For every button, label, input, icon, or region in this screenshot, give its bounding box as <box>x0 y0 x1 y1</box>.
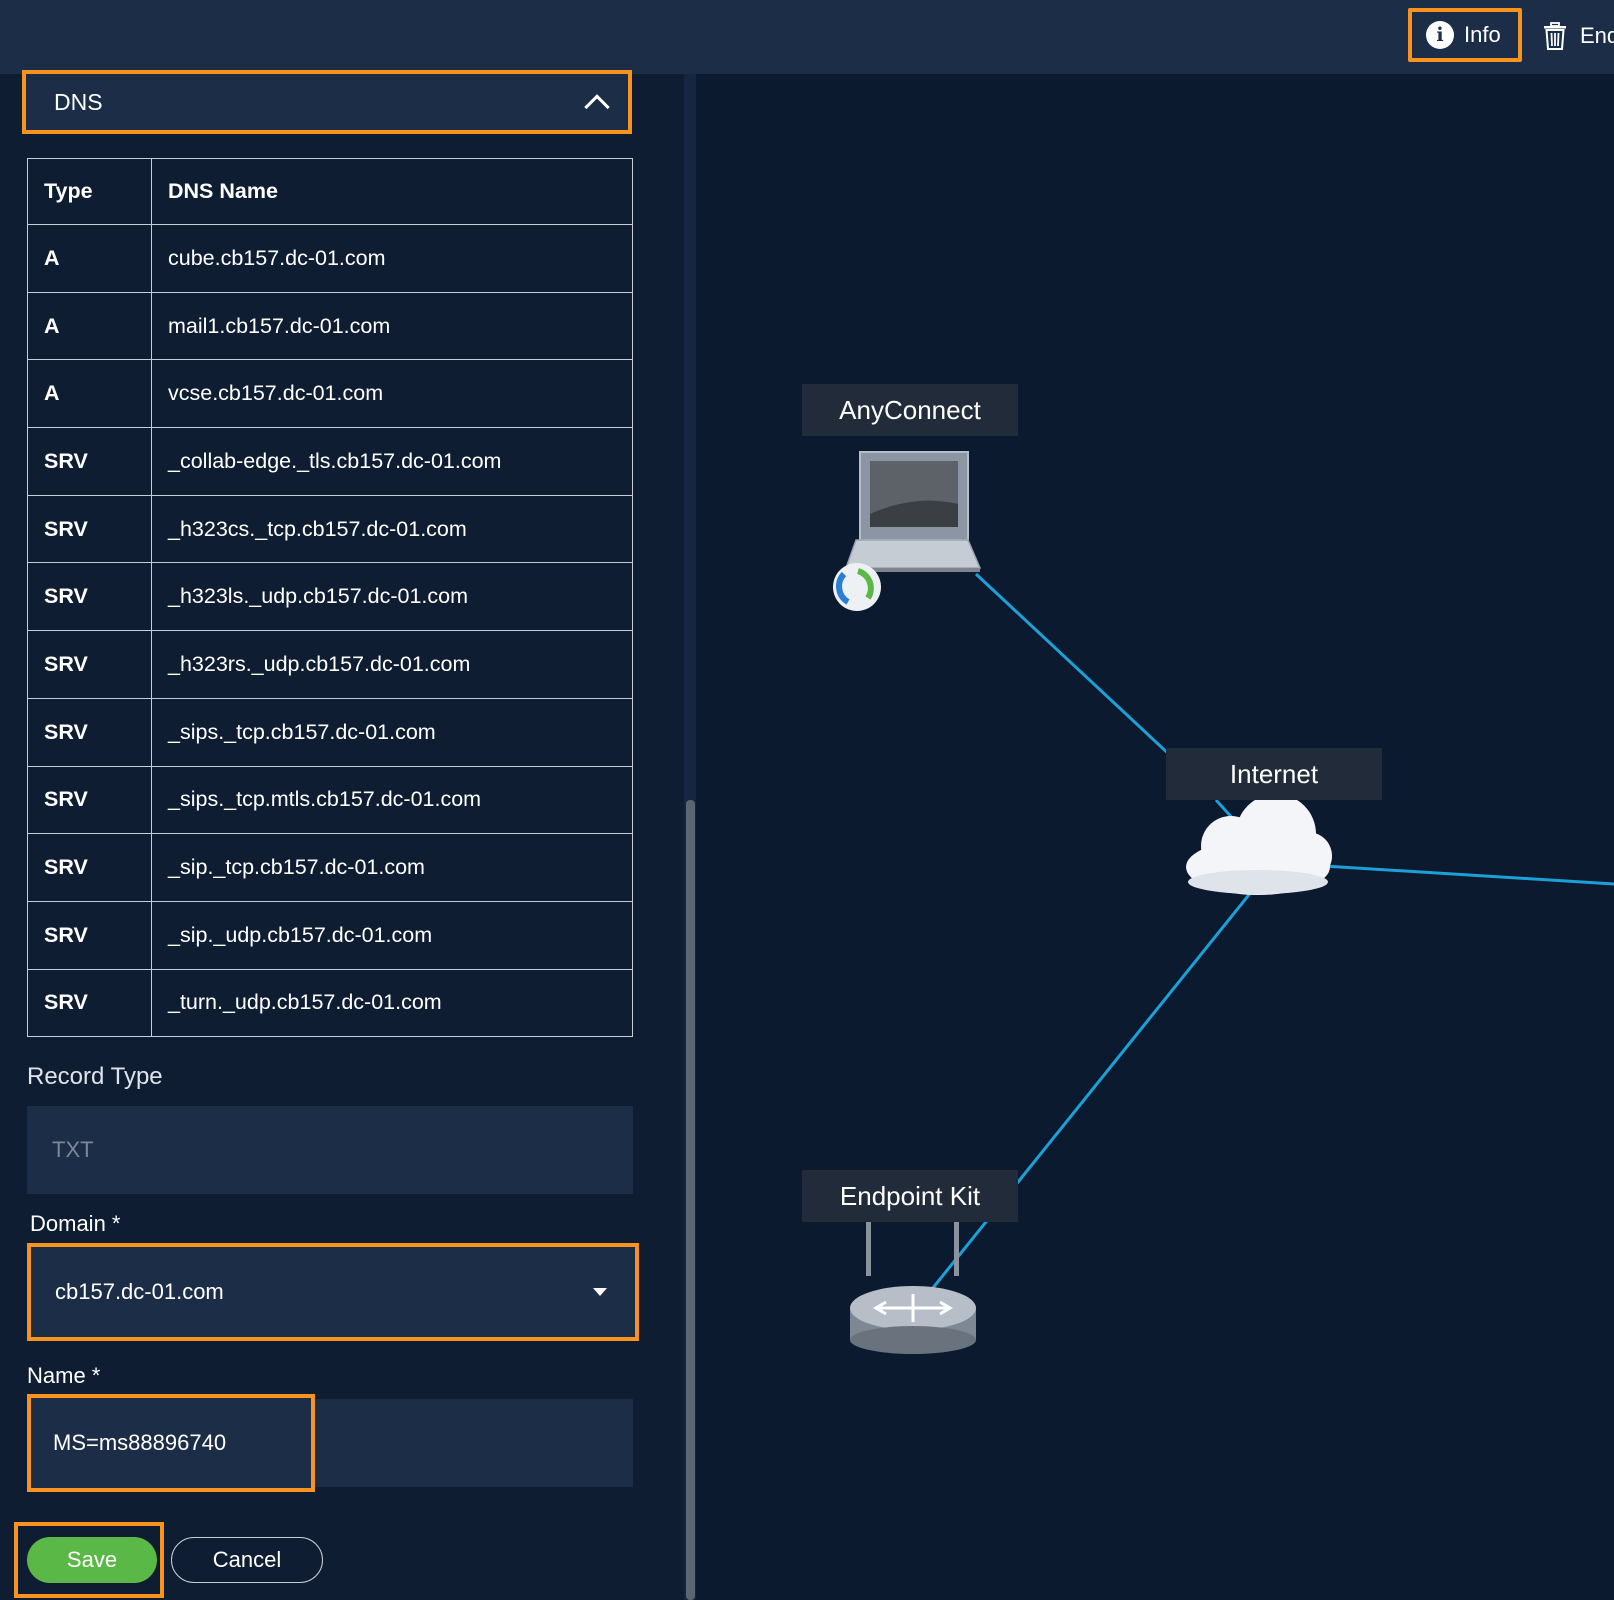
table-row: A mail1.cb157.dc-01.com <box>27 291 633 361</box>
router-icon[interactable] <box>850 1222 976 1354</box>
dns-name-cell: _h323cs._tcp.cb157.dc-01.com <box>151 494 633 564</box>
cancel-button[interactable]: Cancel <box>171 1537 323 1583</box>
info-icon: i <box>1426 21 1454 49</box>
panel-scrollbar[interactable] <box>686 800 695 1600</box>
domain-label: Domain * <box>30 1211 121 1236</box>
column-header-type: Type <box>27 158 152 225</box>
dns-records-table: Type DNS Name A cube.cb157.dc-01.com A m… <box>27 158 633 1038</box>
dns-name-cell: mail1.cb157.dc-01.com <box>151 291 633 361</box>
table-row: SRV _h323rs._udp.cb157.dc-01.com <box>27 630 633 699</box>
record-type-cell: A <box>27 224 152 293</box>
end-button[interactable]: End <box>1540 14 1614 58</box>
domain-select[interactable]: cb157.dc-01.com <box>27 1243 639 1341</box>
record-type-cell: SRV <box>27 697 152 767</box>
link-anyconnect-internet <box>974 572 1174 759</box>
cloud-icon[interactable] <box>1186 794 1332 895</box>
topology-links <box>833 451 1614 1354</box>
dns-name-cell: cube.cb157.dc-01.com <box>151 224 633 293</box>
laptop-icon[interactable] <box>844 451 982 572</box>
info-button[interactable]: i Info <box>1408 8 1522 62</box>
chevron-up-icon[interactable] <box>584 94 610 120</box>
table-row: A cube.cb157.dc-01.com <box>27 224 633 293</box>
record-type-cell: SRV <box>27 427 152 496</box>
record-type-value: TXT <box>52 1137 94 1162</box>
dns-name-cell: _h323rs._udp.cb157.dc-01.com <box>151 630 633 699</box>
record-type-cell: A <box>27 359 152 429</box>
dns-name-cell: _sip._tcp.cb157.dc-01.com <box>151 833 633 902</box>
record-type-cell: SRV <box>27 833 152 902</box>
record-type-cell: SRV <box>27 494 152 564</box>
record-type-cell: SRV <box>27 562 152 632</box>
node-label-endpoint-kit[interactable]: Endpoint Kit <box>802 1170 1018 1222</box>
dns-name-cell: _collab-edge._tls.cb157.dc-01.com <box>151 427 633 496</box>
topology-canvas[interactable]: AnyConnect Internet Endpoint Kit <box>696 74 1614 1600</box>
record-type-cell: A <box>27 291 152 361</box>
record-type-label: Record Type <box>27 1063 163 1090</box>
node-label-anyconnect[interactable]: AnyConnect <box>802 384 1018 436</box>
dns-section-title: DNS <box>54 88 103 115</box>
record-type-cell: SRV <box>27 968 152 1038</box>
record-type-cell: SRV <box>27 765 152 835</box>
dns-name-cell: _sips._tcp.mtls.cb157.dc-01.com <box>151 765 633 835</box>
table-row: SRV _collab-edge._tls.cb157.dc-01.com <box>27 427 633 496</box>
dns-name-cell: _sip._udp.cb157.dc-01.com <box>151 900 633 970</box>
save-button[interactable]: Save <box>27 1537 157 1583</box>
dns-name-cell: _turn._udp.cb157.dc-01.com <box>151 968 633 1038</box>
name-label: Name * <box>27 1363 101 1388</box>
dns-name-cell: _h323ls._udp.cb157.dc-01.com <box>151 562 633 632</box>
name-input[interactable] <box>27 1394 315 1492</box>
top-bar <box>0 0 1614 74</box>
record-type-cell: SRV <box>27 900 152 970</box>
record-type-field: TXT <box>27 1106 633 1194</box>
link-internet-endpoint <box>922 885 1258 1300</box>
table-row: SRV _sips._tcp.cb157.dc-01.com <box>27 697 633 767</box>
record-type-cell: SRV <box>27 630 152 699</box>
table-row: SRV _sip._tcp.cb157.dc-01.com <box>27 833 633 902</box>
link-internet-right <box>1323 864 1614 886</box>
end-button-label: End <box>1580 23 1614 48</box>
dns-section-header[interactable]: DNS <box>22 70 632 134</box>
table-row: SRV _sips._tcp.mtls.cb157.dc-01.com <box>27 765 633 835</box>
node-label-internet[interactable]: Internet <box>1166 748 1382 800</box>
dns-name-cell: vcse.cb157.dc-01.com <box>151 359 633 429</box>
table-row: A vcse.cb157.dc-01.com <box>27 359 633 429</box>
table-row: SRV _h323ls._udp.cb157.dc-01.com <box>27 562 633 632</box>
domain-select-value: cb157.dc-01.com <box>55 1279 224 1304</box>
dns-name-cell: _sips._tcp.cb157.dc-01.com <box>151 697 633 767</box>
table-row: SRV _sip._udp.cb157.dc-01.com <box>27 900 633 970</box>
caret-down-icon <box>593 1288 607 1296</box>
anyconnect-badge-icon <box>833 563 881 611</box>
trash-icon <box>1544 22 1566 50</box>
info-button-label: Info <box>1464 22 1501 47</box>
column-header-dns-name: DNS Name <box>151 158 633 225</box>
end-button-clip: End <box>1540 14 1614 64</box>
table-header-row: Type DNS Name <box>27 158 633 225</box>
table-row: SRV _h323cs._tcp.cb157.dc-01.com <box>27 494 633 564</box>
table-row: SRV _turn._udp.cb157.dc-01.com <box>27 968 633 1038</box>
